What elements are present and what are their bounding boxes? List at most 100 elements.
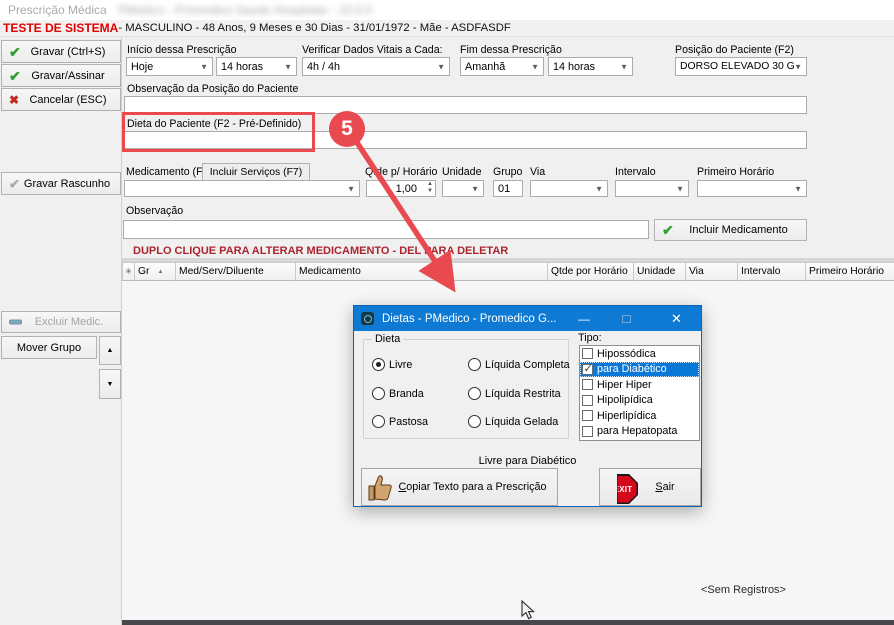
radio-dot-icon: [372, 415, 385, 428]
radio-dot-icon: [468, 415, 481, 428]
radio-liquida-restrita[interactable]: Líquida Restrita: [468, 387, 561, 400]
radio-liquida-gelada[interactable]: Líquida Gelada: [468, 415, 558, 428]
grupo-input[interactable]: 01: [493, 180, 523, 197]
checkbox-icon[interactable]: [582, 410, 593, 421]
tipo-item-hiper-hiper[interactable]: Hiper Hiper: [580, 377, 699, 393]
tipo-item-hipossodica[interactable]: Hipossódica: [580, 346, 699, 362]
grid-col-medicamento[interactable]: Medicamento: [296, 262, 548, 281]
dialog-titlebar[interactable]: Dietas - PMedico - Promedico G...: [354, 306, 701, 331]
chevron-down-icon: ▼: [620, 62, 628, 71]
incluir-medicamento-button[interactable]: ✔ Incluir Medicamento: [654, 219, 807, 241]
grid-col-selector[interactable]: ✳: [122, 262, 135, 281]
exit-button[interactable]: EXIT Sair: [599, 468, 701, 506]
maximize-button[interactable]: [606, 306, 646, 331]
radio-liquida-completa[interactable]: Líquida Completa: [468, 358, 570, 371]
dietas-dialog: Dietas - PMedico - Promedico G... — ✕ Di…: [353, 305, 702, 507]
chevron-down-icon: ▼: [676, 184, 684, 193]
qtde-stepper[interactable]: 1,00 ▲▼: [366, 180, 436, 197]
cancel-button[interactable]: ✖ Cancelar (ESC): [1, 88, 121, 111]
inicio-label: Início dessa Prescrição: [127, 44, 237, 56]
grupo-label: Grupo: [493, 166, 522, 178]
posicao-select[interactable]: DORSO ELEVADO 30 G▼: [675, 57, 807, 76]
copy-text-button[interactable]: Copiar Texto para a Prescrição: [361, 468, 558, 506]
move-up-button[interactable]: ▲: [99, 336, 121, 365]
grid-col-gr[interactable]: Gr▲: [135, 262, 176, 281]
move-down-button[interactable]: ▼: [99, 369, 121, 399]
obs-posicao-input[interactable]: [124, 96, 807, 114]
grid-col-qtde[interactable]: Qtde por Horário: [548, 262, 634, 281]
grid-col-primeiro[interactable]: Primeiro Horário: [806, 262, 894, 281]
draft-check-icon: ✔: [9, 177, 20, 190]
checkbox-icon[interactable]: [582, 348, 593, 359]
patient-info-bar: TESTE DE SISTEMA - MASCULINO - 48 Anos, …: [0, 20, 894, 37]
unidade-select[interactable]: ▼: [442, 180, 484, 197]
vitais-select[interactable]: 4h / 4h▼: [302, 57, 450, 76]
checkbox-icon[interactable]: [582, 395, 593, 406]
chevron-down-icon: ▼: [347, 184, 355, 193]
save-sign-button[interactable]: ✔ Gravar/Assinar: [1, 64, 121, 87]
primeiro-horario-select[interactable]: ▼: [697, 180, 807, 197]
tipo-item-hiperlipidica[interactable]: Hiperlipídica: [580, 408, 699, 424]
radio-livre[interactable]: Livre: [372, 358, 412, 371]
close-icon: ✕: [671, 311, 682, 327]
chevron-down-icon: ▼: [794, 62, 802, 71]
checkbox-icon[interactable]: [582, 379, 593, 390]
radio-dot-icon: [468, 387, 481, 400]
medicamento-select[interactable]: ▼: [124, 180, 360, 197]
window-title: Prescrição Médica: [8, 3, 107, 17]
chevron-down-icon: ▼: [437, 62, 445, 71]
move-group-button-label: Mover Grupo: [17, 342, 81, 354]
move-group-button[interactable]: Mover Grupo: [1, 336, 97, 359]
window-titlebar: Prescrição Médica PMedico - Promedico Sa…: [0, 0, 894, 20]
patient-name: TESTE DE SISTEMA: [3, 21, 118, 35]
grid-col-intervalo[interactable]: Intervalo: [738, 262, 806, 281]
minimize-button[interactable]: —: [564, 306, 604, 331]
chevron-down-icon: ▼: [200, 62, 208, 71]
save-draft-button[interactable]: ✔ Gravar Rascunho: [1, 172, 121, 195]
posicao-value: DORSO ELEVADO 30 G: [680, 61, 795, 72]
vitais-label: Verificar Dados Vitais a Cada:: [302, 44, 443, 56]
radio-pastosa[interactable]: Pastosa: [372, 415, 428, 428]
radio-dot-icon: [372, 387, 385, 400]
grid-col-med-serv[interactable]: Med/Serv/Diluente: [176, 262, 296, 281]
save-button[interactable]: ✔ Gravar (Ctrl+S): [1, 40, 121, 63]
save-sign-check-icon: ✔: [9, 69, 21, 83]
dieta-input[interactable]: [124, 131, 807, 149]
inicio-time-select[interactable]: 14 horas▼: [216, 57, 297, 76]
save-button-label: Gravar (Ctrl+S): [31, 46, 106, 58]
prescription-window: Prescrição Médica PMedico - Promedico Sa…: [0, 0, 894, 625]
tipo-item-para-diabetico[interactable]: para Diabético: [580, 362, 699, 378]
tipo-item-hipolipidica[interactable]: Hipolipídica: [580, 393, 699, 409]
minimize-icon: —: [578, 312, 590, 326]
dieta-group-label: Dieta: [372, 333, 403, 345]
delete-med-button[interactable]: Excluir Medic.: [1, 311, 121, 333]
chevron-down-icon: ▼: [595, 184, 603, 193]
fim-time-select[interactable]: 14 horas▼: [548, 57, 633, 76]
checkbox-checked-icon[interactable]: [582, 364, 593, 375]
intervalo-select[interactable]: ▼: [615, 180, 689, 197]
grid-hint-text: DUPLO CLIQUE PARA ALTERAR MEDICAMENTO - …: [133, 245, 508, 257]
window-subtitle-blurred: PMedico - Promedico Saude Hospitalar - 1…: [118, 3, 372, 17]
grupo-value: 01: [498, 183, 510, 195]
tipo-listbox[interactable]: Hipossódica para Diabético Hiper Hiper H…: [579, 345, 700, 441]
observacao-input[interactable]: [123, 220, 649, 239]
inicio-day-select[interactable]: Hoje▼: [126, 57, 213, 76]
spinner-arrows-icon[interactable]: ▲▼: [427, 181, 433, 195]
grid-col-unidade[interactable]: Unidade: [634, 262, 686, 281]
tipo-item-para-hepatopata[interactable]: para Hepatopata: [580, 424, 699, 440]
delete-med-button-label: Excluir Medic.: [35, 316, 103, 328]
incluir-servicos-button[interactable]: Incluir Serviços (F7): [202, 163, 310, 181]
fim-day-select[interactable]: Amanhã▼: [460, 57, 544, 76]
intervalo-label: Intervalo: [615, 166, 656, 178]
cancel-button-label: Cancelar (ESC): [29, 94, 106, 106]
incluir-servicos-label: Incluir Serviços (F7): [210, 167, 302, 178]
close-button[interactable]: ✕: [652, 306, 701, 331]
via-select[interactable]: ▼: [530, 180, 608, 197]
radio-branda[interactable]: Branda: [372, 387, 424, 400]
checkbox-icon[interactable]: [582, 426, 593, 437]
tipo-label: Tipo:: [578, 332, 602, 344]
exit-stop-icon: EXIT: [608, 474, 638, 504]
grid-col-via[interactable]: Via: [686, 262, 738, 281]
asterisk-icon: ✳: [125, 267, 132, 276]
qtde-value: 1,00: [396, 183, 417, 195]
